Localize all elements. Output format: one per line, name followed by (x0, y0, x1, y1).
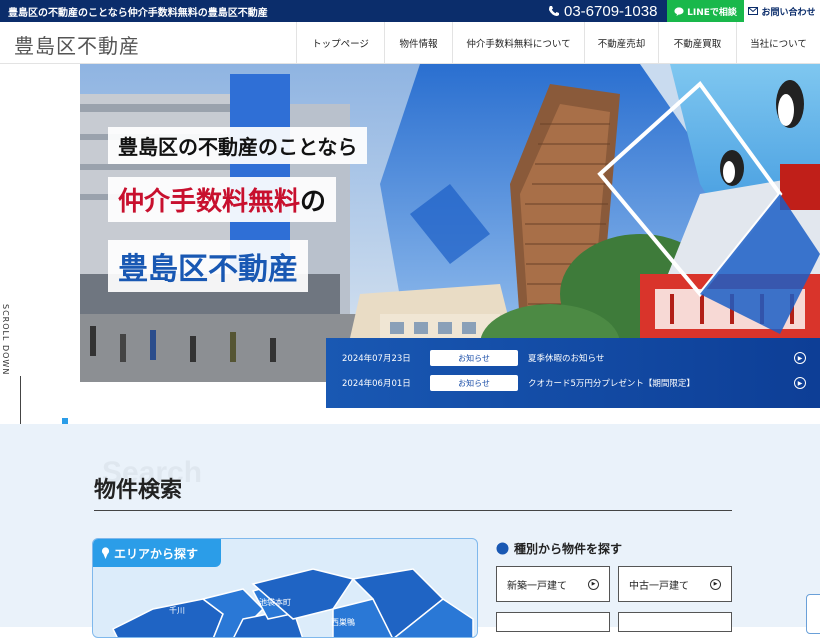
scroll-indicator-column: SCROLL DOWN (0, 64, 80, 442)
property-type-heading: 種別から物件を探す (496, 540, 622, 557)
search-section-title: 物件検索 (94, 478, 183, 503)
type-new-house-label: 新築一戸建て (507, 580, 567, 592)
hero-headline-suffix: の (300, 187, 327, 217)
nav-item-properties[interactable]: 物件情報 (384, 22, 452, 64)
arrow-circle-icon[interactable]: ▶ (794, 377, 806, 389)
scroll-down-label: SCROLL DOWN (1, 304, 10, 376)
phone-icon (549, 6, 559, 16)
map-label[interactable]: 千川 (169, 605, 185, 616)
news-title: 夏季休暇のお知らせ (528, 354, 605, 364)
contact-button[interactable]: お問い合わせ (744, 0, 820, 22)
nav-item-no-commission[interactable]: 仲介手数料無料について (452, 22, 584, 64)
phone-number-text: 03-6709-1038 (564, 2, 658, 20)
hero-headline-line-2: 仲介手数料無料の (108, 177, 337, 222)
news-panel: 2024年07月23日 お知らせ 夏季休暇のお知らせ ▶ 2024年06月01日… (326, 338, 820, 408)
type-used-house-button[interactable]: 中古一戸建て ▶ (618, 566, 732, 602)
type-button-partial[interactable] (496, 612, 610, 632)
type-new-house-button[interactable]: 新築一戸建て ▶ (496, 566, 610, 602)
news-date: 2024年07月23日 (342, 354, 411, 364)
news-category-badge: お知らせ (430, 375, 518, 391)
hero-photo-collage (80, 64, 820, 382)
arrow-circle-icon[interactable]: ▶ (794, 352, 806, 364)
line-consult-button[interactable]: LINEで相談 (667, 0, 744, 22)
area-search-box: エリアから探す 千川 池袋本町 西巣鴨 (92, 538, 478, 638)
global-nav: トップページ 物件情報 仲介手数料無料について 不動産売却 不動産買取 当社につ… (296, 22, 820, 64)
type-button-partial[interactable] (618, 612, 732, 632)
area-map (111, 568, 474, 637)
nav-item-top[interactable]: トップページ (296, 22, 384, 64)
arrow-circle-icon: ▶ (710, 578, 721, 590)
map-label[interactable]: 西巣鴨 (331, 617, 355, 628)
map-label[interactable]: 池袋本町 (259, 597, 291, 608)
phone-number[interactable]: 03-6709-1038 (548, 0, 657, 22)
hero-headline-highlight: 仲介手数料無料 (118, 187, 301, 217)
nav-item-about[interactable]: 当社について (736, 22, 820, 64)
nav-item-sell[interactable]: 不動産売却 (584, 22, 658, 64)
news-title: クオカード5万円分プレゼント【期間限定】 (528, 379, 695, 389)
hero-headline-line-3: 豊島区不動産 (108, 240, 308, 292)
site-logo[interactable]: 豊島区不動産 (14, 30, 140, 59)
news-date: 2024年06月01日 (342, 379, 411, 389)
news-category-badge: お知らせ (430, 350, 518, 366)
contact-label: お問い合わせ (761, 7, 816, 18)
type-used-house-label: 中古一戸建て (629, 580, 689, 592)
line-chat-icon (674, 6, 684, 16)
line-consult-label: LINEで相談 (687, 7, 737, 18)
floating-side-tab[interactable] (806, 594, 820, 634)
top-bar: 豊島区の不動産のことなら仲介手数料無料の豊島区不動産 03-6709-1038 … (0, 0, 820, 22)
news-row[interactable]: 2024年06月01日 お知らせ クオカード5万円分プレゼント【期間限定】 ▶ (342, 374, 806, 392)
tagline: 豊島区の不動産のことなら仲介手数料無料の豊島区不動産 (8, 8, 268, 19)
site-header: 豊島区不動産 トップページ 物件情報 仲介手数料無料について 不動産売却 不動産… (0, 22, 820, 64)
arrow-circle-icon: ▶ (588, 578, 599, 590)
section-divider (94, 510, 732, 511)
nav-item-buyback[interactable]: 不動産買取 (658, 22, 736, 64)
hero-headline-line-1: 豊島区の不動産のことなら (108, 127, 368, 164)
property-search-section: Search 物件検索 エリアから探す 千川 池袋本町 西巣鴨 種別から物件を探… (0, 424, 820, 638)
mail-icon (748, 7, 759, 15)
hero-slider: 豊島区の不動産のことなら 仲介手数料無料の 豊島区不動産 (80, 64, 820, 382)
property-type-heading-text: 種別から物件を探す (514, 542, 623, 556)
news-row[interactable]: 2024年07月23日 お知らせ 夏季休暇のお知らせ ▶ (342, 349, 806, 367)
circle-bullet-icon (496, 542, 509, 555)
